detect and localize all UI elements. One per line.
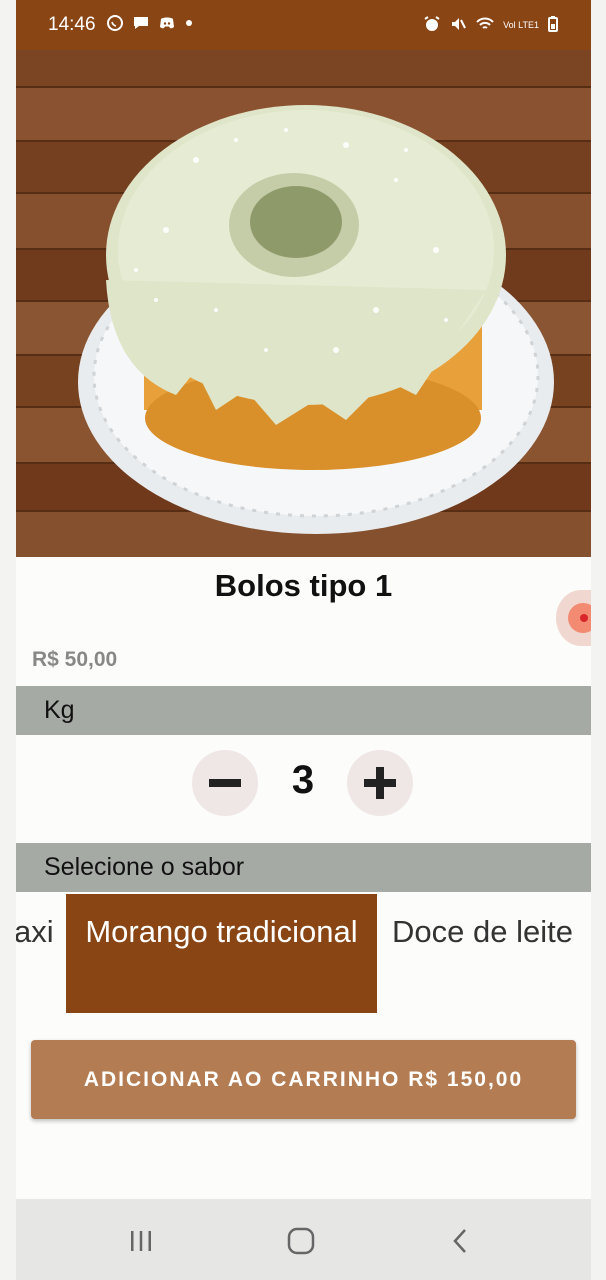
add-to-cart-label: ADICIONAR AO CARRINHO R$ 150,00 <box>83 1067 524 1091</box>
flavor-option-next[interactable]: Doce de leite <box>392 894 591 1013</box>
flavor-option-label: axi <box>16 914 54 949</box>
quantity-value: 3 <box>291 758 315 802</box>
product-price: R$ 50,00 <box>32 648 118 671</box>
wifi-icon <box>475 15 495 36</box>
whatsapp-icon <box>106 14 124 37</box>
flavor-option-selected[interactable]: Morango tradicional <box>66 894 377 1013</box>
decrement-button[interactable] <box>192 750 258 816</box>
app-screen: 14:46 Vol LTE1 Bolos tipo 1 R$ 50,00 Kg … <box>16 0 591 1280</box>
flavor-option-prev[interactable]: axi <box>16 894 66 1013</box>
discord-icon <box>158 14 176 37</box>
recent-apps-icon <box>131 1231 151 1251</box>
flavor-selector: axi Morango tradicional Doce de leite <box>16 894 591 1013</box>
screen-left-margin <box>0 0 16 1280</box>
cake-photo <box>16 50 591 557</box>
screen-right-margin <box>591 0 606 1280</box>
minus-icon <box>209 779 241 787</box>
system-navigation-bar <box>16 1199 591 1280</box>
message-icon <box>132 14 150 37</box>
status-system-icons: Vol LTE1 <box>423 15 559 36</box>
plus-icon <box>364 767 396 799</box>
home-button[interactable] <box>271 1221 331 1261</box>
battery-icon <box>547 15 559 36</box>
flavor-option-label: Doce de leite <box>392 914 573 949</box>
unit-label: Kg <box>44 696 75 724</box>
flavor-section-header: Selecione o sabor <box>16 843 591 892</box>
status-bar: 14:46 Vol LTE1 <box>16 0 591 50</box>
status-notification-icons <box>106 14 194 37</box>
status-time: 14:46 <box>48 14 96 35</box>
home-icon <box>287 1227 315 1255</box>
flavor-option-label: Morango tradicional <box>85 914 358 949</box>
carrier-text: Vol LTE1 <box>503 19 539 30</box>
record-dot-icon <box>580 614 588 622</box>
flavor-section-label: Selecione o sabor <box>44 853 245 881</box>
add-to-cart-button[interactable]: ADICIONAR AO CARRINHO R$ 150,00 <box>31 1040 576 1119</box>
back-button[interactable] <box>431 1221 491 1261</box>
recent-apps-button[interactable] <box>111 1221 171 1261</box>
quantity-stepper: 3 <box>16 744 591 824</box>
mute-icon <box>449 15 467 36</box>
signal-icon: Vol LTE1 <box>503 19 539 30</box>
increment-button[interactable] <box>347 750 413 816</box>
alarm-icon <box>423 15 441 36</box>
product-image <box>16 50 591 557</box>
dot-icon <box>184 14 194 37</box>
unit-section-header: Kg <box>16 686 591 735</box>
product-title: Bolos tipo 1 <box>214 568 393 603</box>
back-icon <box>453 1229 466 1253</box>
